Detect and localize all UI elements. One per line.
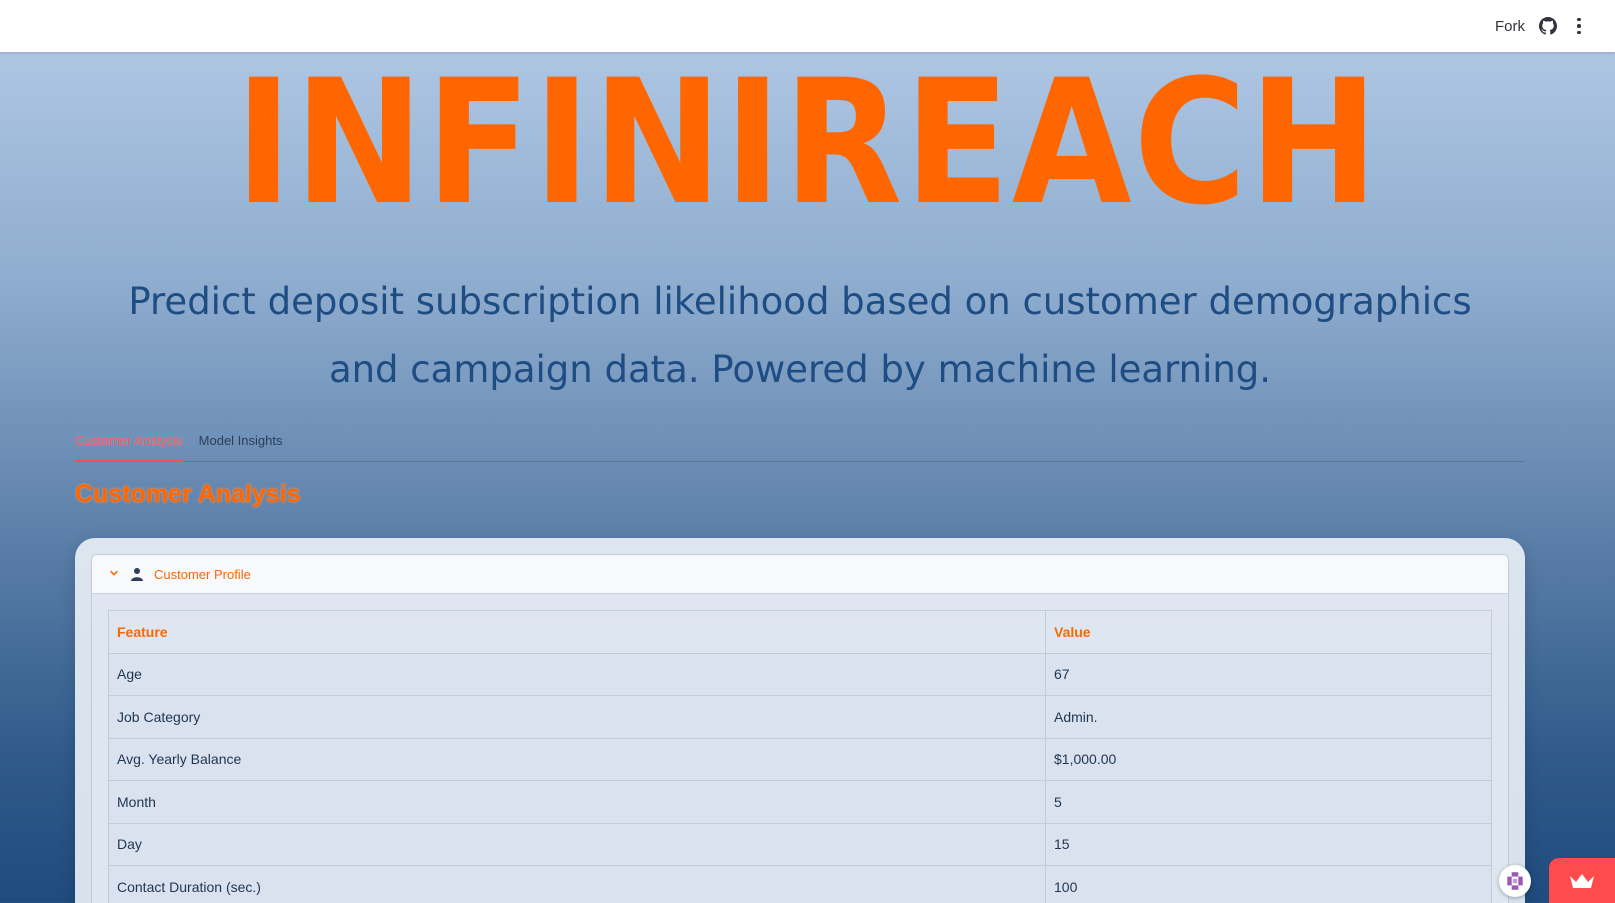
person-icon — [130, 567, 144, 581]
customer-profile-table: Feature Value Age 67 Job Category Admin.… — [108, 610, 1492, 903]
crown-button[interactable] — [1549, 858, 1615, 903]
value-cell: 67 — [1045, 652, 1492, 696]
value-cell: $1,000.00 — [1045, 737, 1492, 781]
value-cell: 15 — [1045, 822, 1492, 866]
table-row: Contact Duration (sec.) 100 — [108, 865, 1492, 903]
chevron-down-icon — [108, 567, 120, 581]
feature-cell: Avg. Yearly Balance — [108, 737, 1046, 781]
section-title: Customer Analysis — [75, 480, 301, 508]
tab-customer-analysis[interactable]: Customer Analysis — [75, 425, 183, 462]
value-cell: 5 — [1045, 780, 1492, 824]
table-row: Age 67 — [108, 652, 1492, 696]
column-header-feature: Feature — [108, 610, 1046, 654]
feature-cell: Day — [108, 822, 1046, 866]
floating-avatar-button[interactable] — [1499, 865, 1531, 897]
feature-cell: Age — [108, 652, 1046, 696]
github-icon[interactable] — [1539, 17, 1557, 35]
analysis-card: Customer Profile Feature Value Age 67 Jo… — [75, 538, 1525, 903]
feature-cell: Month — [108, 780, 1046, 824]
fork-link[interactable]: Fork — [1495, 18, 1525, 35]
more-vertical-icon[interactable] — [1571, 17, 1587, 35]
table-header-row: Feature Value — [108, 610, 1492, 654]
hero-subtitle: Predict deposit subscription likelihood … — [128, 280, 1472, 391]
table-row: Month 5 — [108, 780, 1492, 824]
tab-model-insights[interactable]: Model Insights — [199, 425, 283, 462]
table-row: Job Category Admin. — [108, 695, 1492, 739]
crown-icon — [1570, 873, 1594, 888]
expander-label: Customer Profile — [154, 566, 251, 582]
value-cell: Admin. — [1045, 695, 1492, 739]
hero-title: INFINIREACH — [234, 42, 1381, 243]
table-wrapper: Feature Value Age 67 Job Category Admin.… — [92, 594, 1508, 903]
tab-bar: Customer Analysis Model Insights — [75, 425, 1525, 462]
feature-cell: Job Category — [108, 695, 1046, 739]
customer-profile-expander: Customer Profile Feature Value Age 67 Jo… — [91, 554, 1509, 903]
expander-toggle[interactable]: Customer Profile — [92, 555, 1508, 594]
value-cell: 100 — [1045, 865, 1492, 903]
table-row: Avg. Yearly Balance $1,000.00 — [108, 737, 1492, 781]
feature-cell: Contact Duration (sec.) — [108, 865, 1046, 903]
table-row: Day 15 — [108, 822, 1492, 866]
column-header-value: Value — [1045, 610, 1492, 654]
pixel-avatar-icon — [1507, 872, 1523, 890]
